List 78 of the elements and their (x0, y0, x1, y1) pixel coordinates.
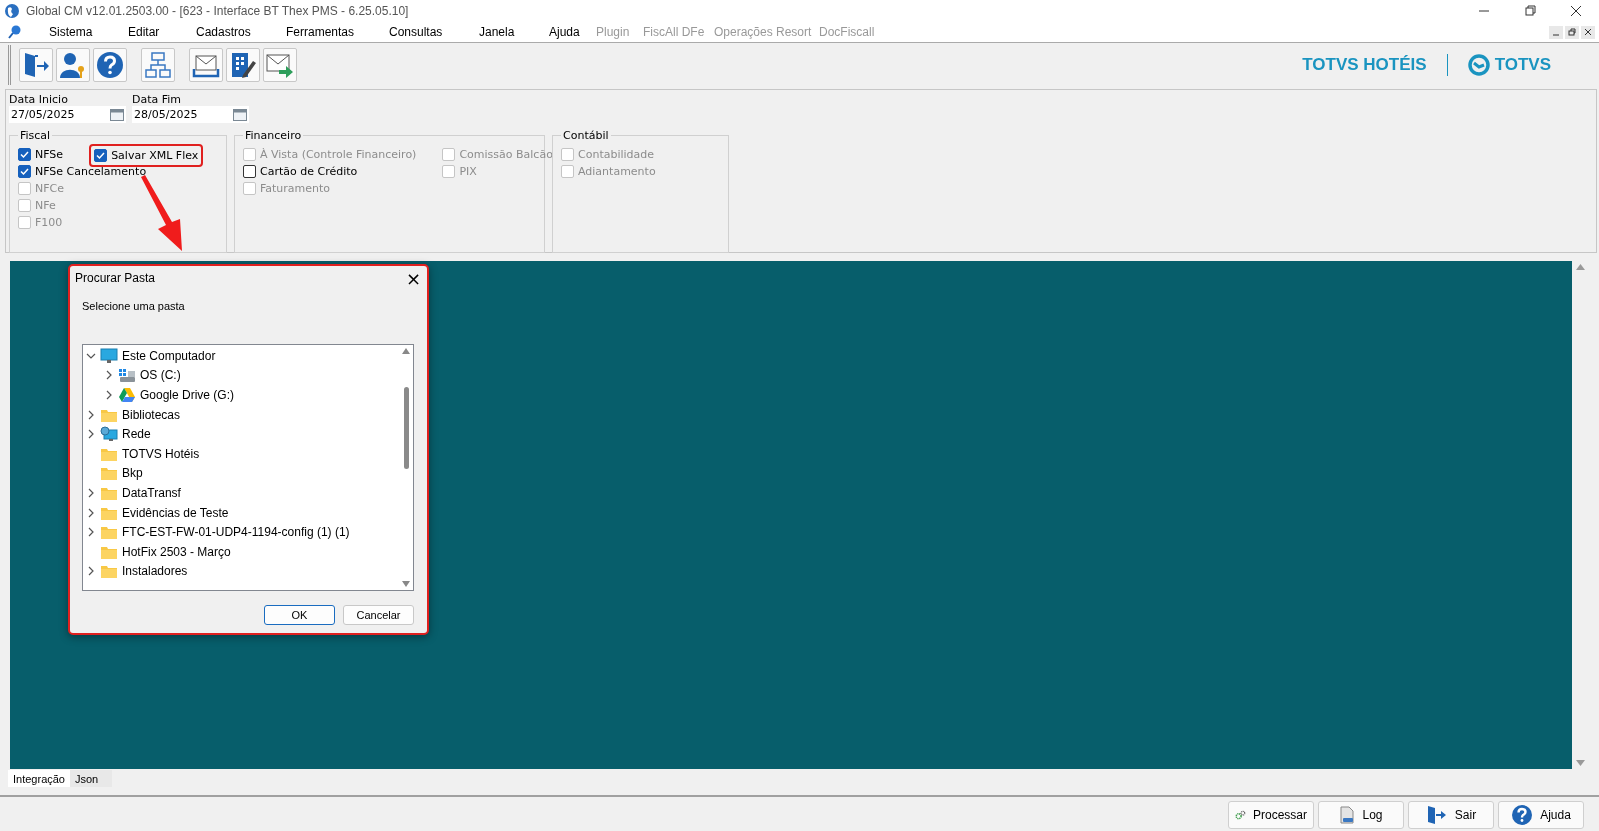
dialog-title: Procurar Pasta (75, 271, 156, 285)
group-title: Fiscal (18, 129, 53, 142)
tree-item[interactable]: DataTransf (86, 483, 181, 503)
tree-item[interactable]: HotFix 2503 - Março (86, 541, 231, 562)
tree-item[interactable]: Bkp (86, 463, 143, 484)
chevron-right-icon[interactable] (86, 409, 96, 420)
network-icon (100, 426, 118, 443)
menu-item[interactable]: Ferramentas (286, 25, 389, 39)
chevron-right-icon[interactable] (86, 429, 96, 440)
tree-item[interactable]: Evidências de Teste (86, 502, 229, 523)
dialog-prompt: Selecione uma pasta (82, 300, 186, 312)
checkbox[interactable]: NFSe (15, 146, 67, 163)
monitor-icon (100, 347, 118, 364)
menu-item[interactable]: Cadastros (196, 25, 286, 39)
field-label: Data Fim (132, 93, 183, 106)
logo-text: TOTVS (1494, 55, 1551, 75)
minimize-icon[interactable] (1549, 25, 1563, 39)
tree-item[interactable]: Instaladores (86, 561, 188, 582)
menu-item[interactable]: Janela (479, 25, 549, 39)
dialog-button[interactable]: OK (264, 605, 335, 625)
tree-item[interactable]: Google Drive (G:) (104, 385, 235, 405)
chevron-right-icon[interactable] (104, 370, 114, 381)
folder-icon (100, 524, 118, 541)
group-title: Financeiro (243, 129, 304, 142)
scroll-up-icon[interactable] (402, 348, 410, 354)
restore-icon[interactable] (1565, 25, 1579, 39)
tree-item[interactable]: TOTVS Hotéis (86, 443, 200, 464)
help-icon[interactable] (93, 48, 127, 82)
chevron-right-icon[interactable] (86, 566, 96, 577)
grid-pencil-icon[interactable] (226, 48, 260, 82)
tree-item[interactable]: Bibliotecas (86, 404, 181, 425)
chevron-right-icon[interactable] (86, 507, 96, 518)
folder-icon (100, 465, 118, 482)
window-title: Global CM v12.01.2503.00 - [623 - Interface BT Thex PMS - 6.25.05.10] (26, 4, 409, 18)
help-icon (1511, 804, 1534, 826)
menu-item[interactable]: Editar (128, 25, 196, 39)
folder-icon (100, 563, 118, 580)
tree-item[interactable]: Este Computador (86, 346, 216, 366)
scroll-down-icon[interactable] (402, 581, 410, 587)
chevron-right-icon[interactable] (86, 487, 96, 498)
mail-tray-icon[interactable] (189, 48, 223, 82)
tree-item[interactable]: OS (C:) (104, 365, 181, 386)
checkmark-icon (96, 151, 106, 160)
tree-item[interactable]: Rede (86, 424, 151, 444)
globe-icon (4, 3, 20, 19)
date-field[interactable]: 28/05/2025 (132, 106, 249, 123)
action-button[interactable]: Sair (1408, 801, 1494, 829)
action-button[interactable]: Log (1318, 801, 1404, 829)
user-key-icon[interactable] (56, 48, 90, 82)
pin-icon[interactable] (6, 24, 22, 40)
calendar-icon[interactable] (110, 108, 124, 121)
exit-door-icon (1425, 805, 1448, 825)
document-icon (1339, 806, 1356, 824)
tab[interactable]: Json (70, 770, 112, 787)
action-button[interactable]: Processar (1228, 801, 1314, 829)
group-title: Contábil (561, 129, 611, 142)
drive-icon (118, 367, 136, 384)
close-icon[interactable] (1581, 25, 1595, 39)
close-button[interactable]: × (399, 267, 427, 289)
tree-item[interactable]: FTC-EST-FW-01-UDP4-1194-config (1) (1) (86, 522, 350, 542)
exit-door-icon[interactable] (19, 48, 53, 82)
chevron-right-icon[interactable] (86, 527, 96, 538)
product-name: TOTVS HOTÉIS (1302, 55, 1427, 75)
org-chart-icon[interactable] (141, 48, 175, 82)
menu-item[interactable]: Ajuda (549, 25, 596, 39)
logo-icon (1467, 54, 1490, 76)
field-label: Data Inicio (9, 93, 69, 106)
menu-item[interactable]: Sistema (49, 25, 128, 39)
date-field[interactable]: 27/05/2025 (9, 106, 126, 123)
action-button[interactable]: Ajuda (1498, 801, 1584, 829)
triangle-logo-icon (118, 387, 136, 403)
menu-item[interactable]: Consultas (389, 25, 479, 39)
calendar-icon[interactable] (233, 108, 247, 121)
chevron-right-icon[interactable] (104, 390, 114, 400)
checkbox[interactable]: Cartão de Crédito (240, 163, 361, 180)
dialog-button[interactable]: Cancelar (343, 605, 414, 625)
tab[interactable]: Integração (8, 770, 70, 787)
checkbox[interactable]: Salvar XML Flex (89, 144, 204, 167)
